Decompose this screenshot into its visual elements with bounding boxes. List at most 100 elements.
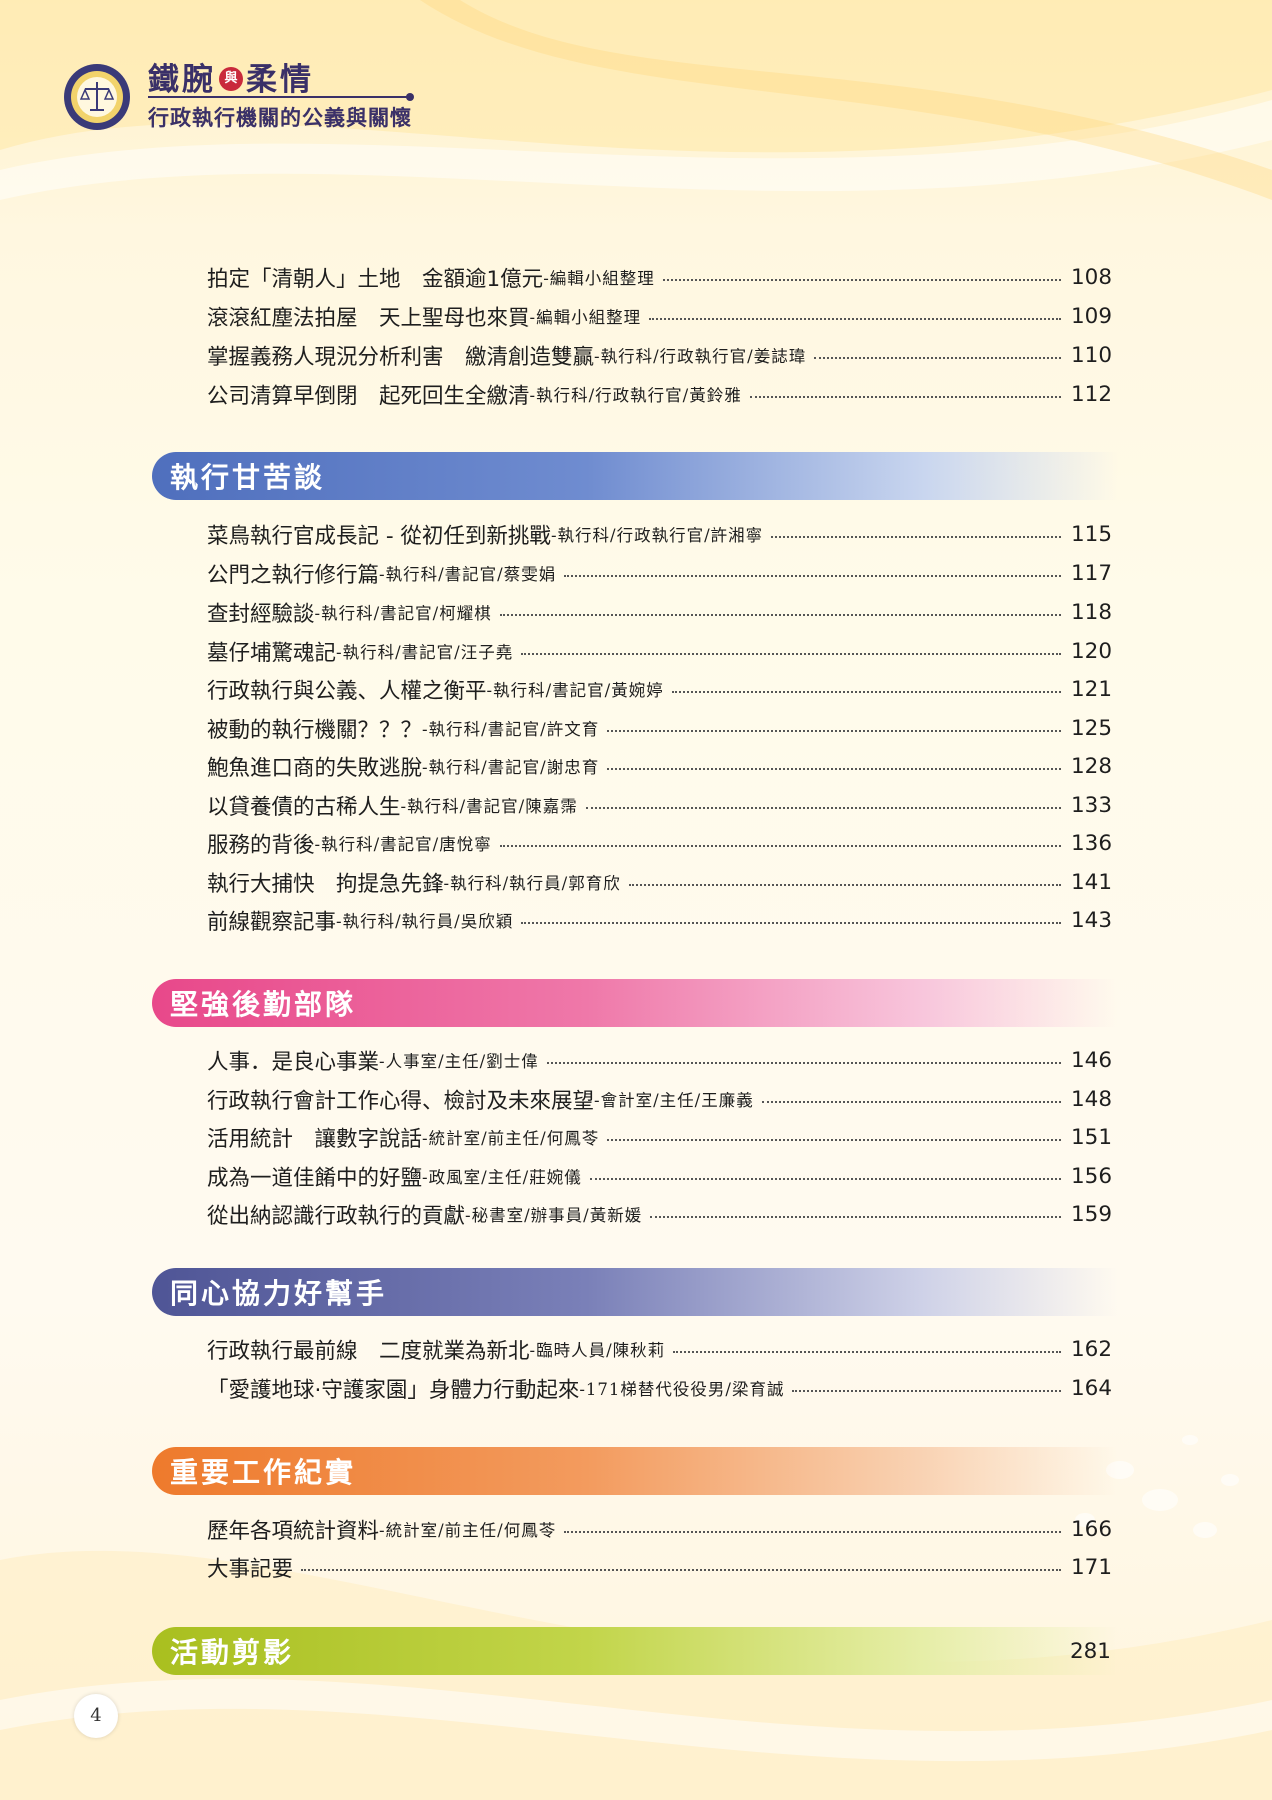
brand-underline-dot: [406, 93, 414, 101]
entry-author: -171梯替代役役男/梁育誠: [579, 1380, 785, 1399]
toc-entry[interactable]: 行政執行會計工作心得、檢討及未來展望 -會計室/主任/王廉義 148: [207, 1081, 1112, 1117]
entry-title: 從出納認識行政執行的貢獻: [207, 1203, 466, 1229]
section-title: 活動剪影: [170, 1636, 295, 1669]
entry-author: -會計室/主任/王廉義: [594, 1091, 754, 1110]
entry-title: 人事．是良心事業: [207, 1049, 380, 1075]
entry-author: -執行科/書記官/蔡雯娟: [379, 565, 557, 584]
entry-author: -秘書室/辦事員/黃新媛: [465, 1206, 643, 1225]
entry-author: -執行科/書記官/黃婉婷: [486, 681, 664, 700]
entry-author: -執行科/書記官/謝忠育: [422, 758, 600, 777]
section-header-execution-stories: 執行甘苦談: [152, 452, 1118, 500]
entry-page: 117: [1071, 560, 1113, 586]
dot-leader: [628, 884, 1061, 886]
dot-leader: [607, 768, 1061, 770]
entry-title: 公門之執行修行篇: [207, 562, 380, 588]
scales-of-justice-icon: [64, 64, 130, 130]
dot-leader: [649, 318, 1061, 320]
toc-entry[interactable]: 行政執行與公義、人權之衡平 -執行科/書記官/黃婉婷 121: [207, 671, 1113, 707]
entry-title: 滾滾紅塵法拍屋 天上聖母也來買: [207, 305, 530, 331]
section-title: 執行甘苦談: [170, 461, 326, 494]
entry-author: -執行科/書記官/汪子堯: [336, 643, 514, 662]
dot-leader: [673, 1351, 1061, 1353]
entry-author: -執行科/書記官/許文育: [422, 720, 600, 739]
entry-page: 128: [1071, 753, 1113, 779]
entry-page: 118: [1071, 599, 1113, 625]
section-page: 281: [1069, 1638, 1111, 1664]
entry-title: 服務的背後: [207, 832, 315, 858]
toc-entry[interactable]: 從出納認識行政執行的貢獻 -秘書室/辦事員/黃新媛 159: [207, 1196, 1113, 1232]
toc-entry[interactable]: 拍定「清朝人」土地 金額逾1億元 -編輯小組整理 108: [207, 259, 1113, 295]
section-title: 同心協力好幫手: [170, 1277, 388, 1310]
entry-author: -執行科/行政執行官/黃鈴雅: [529, 386, 742, 405]
entry-title: 被動的執行機關？？？: [207, 717, 423, 743]
entry-page: 136: [1071, 830, 1113, 856]
section-header-logistics: 堅強後勤部隊: [152, 979, 1118, 1027]
entry-author: -執行科/行政執行官/姜誌瑋: [594, 347, 807, 366]
dot-leader: [771, 536, 1061, 538]
entry-author: -執行科/執行員/郭育欣: [443, 874, 621, 893]
dot-leader: [564, 1531, 1061, 1533]
brand-subtitle: 行政執行機關的公義與關懷: [148, 105, 412, 130]
entry-title: 菜鳥執行官成長記 - 從初任到新挑戰: [207, 523, 551, 549]
toc-entry[interactable]: 公門之執行修行篇 -執行科/書記官/蔡雯娟 117: [207, 555, 1113, 591]
toc-entry[interactable]: 執行大捕快 拘提急先鋒 -執行科/執行員/郭育欣 141: [207, 864, 1112, 900]
entry-author: -編輯小組整理: [543, 269, 655, 288]
entry-page: 171: [1071, 1554, 1113, 1580]
dot-leader: [521, 922, 1061, 924]
entry-page: 121: [1071, 676, 1113, 702]
entry-page: 151: [1071, 1124, 1113, 1150]
toc-entry[interactable]: 活用統計 讓數字說話 -統計室/前主任/何鳳苓 151: [207, 1119, 1113, 1155]
entry-author: -統計室/前主任/何鳳苓: [379, 1521, 557, 1540]
toc-entry[interactable]: 前線觀察記事 -執行科/執行員/吳欣穎 143: [207, 902, 1113, 938]
toc-entry[interactable]: 大事記要 171: [207, 1549, 1113, 1585]
entry-title: 以貸養債的古稀人生: [207, 794, 401, 820]
dot-leader: [650, 1216, 1061, 1218]
dot-leader: [499, 845, 1061, 847]
brand-underline: [148, 96, 410, 98]
entry-page: 143: [1071, 907, 1113, 933]
entry-title: 「愛護地球·守護家園」身體力行動起來: [207, 1377, 580, 1403]
toc-entry[interactable]: 被動的執行機關？？？ -執行科/書記官/許文育 125: [207, 710, 1112, 746]
toc-entry[interactable]: 墓仔埔驚魂記 -執行科/書記官/汪子堯 120: [207, 633, 1113, 669]
entry-page: 120: [1071, 638, 1113, 664]
entry-page: 133: [1071, 792, 1113, 818]
toc-entry[interactable]: 歷年各項統計資料 -統計室/前主任/何鳳苓 166: [207, 1511, 1112, 1547]
entry-title: 行政執行與公義、人權之衡平: [207, 678, 487, 704]
toc-entry[interactable]: 鮑魚進口商的失敗逃脫 -執行科/書記官/謝忠育 128: [207, 748, 1113, 784]
section-header-photo-highlights[interactable]: 活動剪影 281: [152, 1627, 1118, 1675]
entry-page: 146: [1071, 1047, 1113, 1073]
entry-author: -執行科/書記官/陳嘉霈: [400, 797, 578, 816]
toc-entry[interactable]: 查封經驗談 -執行科/書記官/柯耀棋 118: [207, 594, 1113, 630]
entry-page: 115: [1071, 521, 1113, 547]
toc-entry[interactable]: 掌握義務人現況分析利害 繳清創造雙贏 -執行科/行政執行官/姜誌瑋 110: [207, 337, 1113, 373]
toc-entry[interactable]: 公司清算早倒閉 起死回生全繳清 -執行科/行政執行官/黃鈴雅 112: [207, 376, 1112, 412]
entry-title: 歷年各項統計資料: [207, 1518, 380, 1544]
toc-entry[interactable]: 成為一道佳餚中的好鹽 -政風室/主任/莊婉儀 156: [207, 1158, 1113, 1194]
entry-page: 110: [1071, 342, 1113, 368]
entry-page: 156: [1071, 1163, 1113, 1189]
section-title: 重要工作紀實: [170, 1456, 357, 1489]
toc-entry[interactable]: 行政執行最前線 二度就業為新北 -臨時人員/陳秋莉 162: [207, 1331, 1112, 1367]
entry-title: 活用統計 讓數字說話: [207, 1126, 423, 1152]
toc-entry[interactable]: 服務的背後 -執行科/書記官/唐悅寧 136: [207, 825, 1113, 861]
entry-title: 拍定「清朝人」土地 金額逾1億元: [207, 266, 544, 292]
dot-leader: [546, 1062, 1061, 1064]
entry-title: 查封經驗談: [207, 601, 315, 627]
entry-page: 159: [1071, 1201, 1113, 1227]
dot-leader: [607, 1139, 1061, 1141]
toc-entry[interactable]: 「愛護地球·守護家園」身體力行動起來 -171梯替代役役男/梁育誠 164: [207, 1370, 1112, 1406]
entry-title: 行政執行會計工作心得、檢討及未來展望: [207, 1088, 595, 1114]
entry-page: 108: [1071, 264, 1113, 290]
toc-entry[interactable]: 滾滾紅塵法拍屋 天上聖母也來買 -編輯小組整理 109: [207, 298, 1112, 334]
section-title: 堅強後勤部隊: [170, 988, 357, 1021]
entry-title: 執行大捕快 拘提急先鋒: [207, 871, 444, 897]
entry-author: -編輯小組整理: [529, 308, 642, 327]
toc-entry[interactable]: 人事．是良心事業 -人事室/主任/劉士偉 146: [207, 1042, 1113, 1078]
entry-author: -執行科/執行員/吳欣穎: [336, 912, 514, 931]
entry-author: -執行科/書記官/唐悅寧: [314, 835, 492, 854]
dot-leader: [589, 1178, 1061, 1180]
toc-entry[interactable]: 菜鳥執行官成長記 - 從初任到新挑戰 -執行科/行政執行官/許湘寧 115: [207, 516, 1113, 552]
dot-leader: [301, 1569, 1061, 1571]
dot-leader: [564, 575, 1061, 577]
toc-entry[interactable]: 以貸養債的古稀人生 -執行科/書記官/陳嘉霈 133: [207, 787, 1113, 823]
